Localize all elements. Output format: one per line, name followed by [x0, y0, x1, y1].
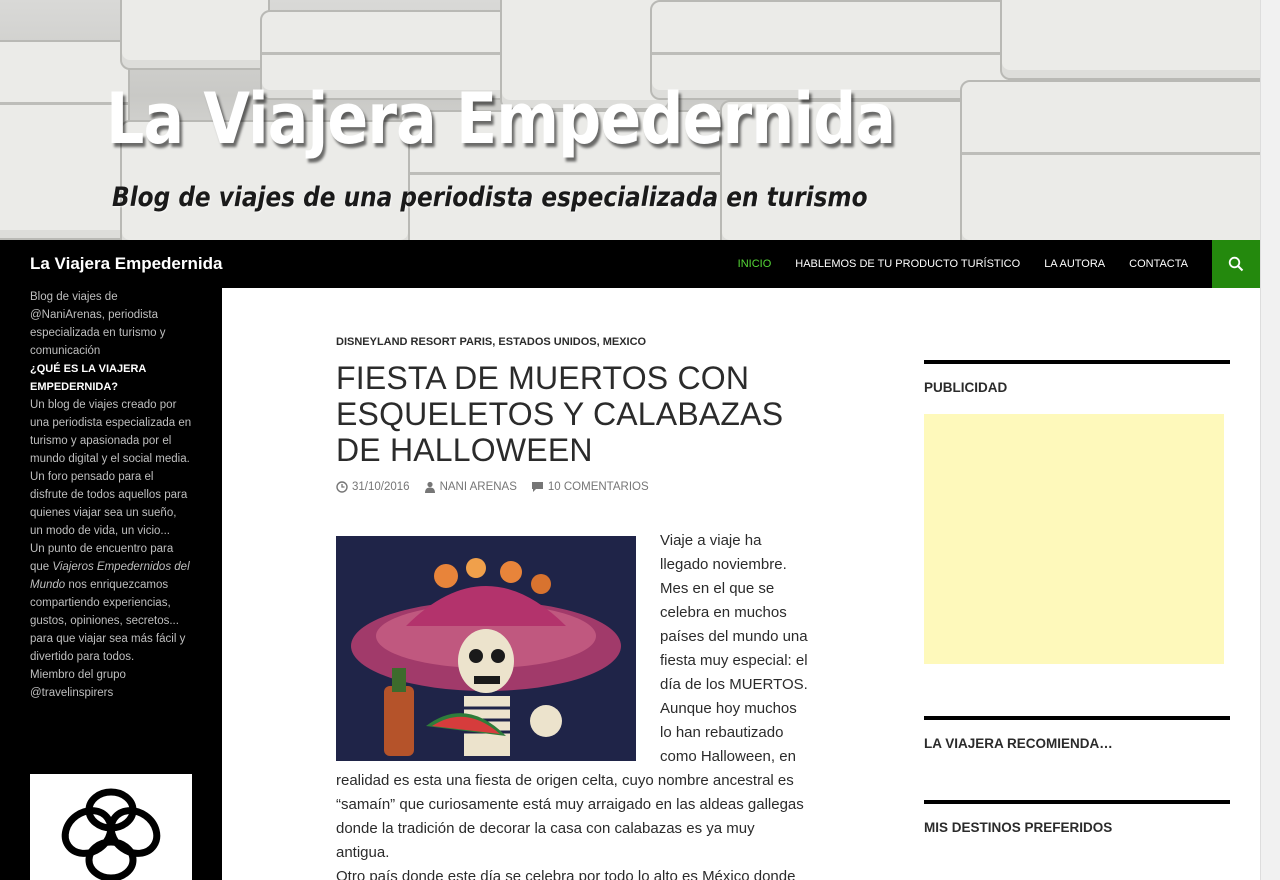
travel-inspirers-logo[interactable] [30, 774, 192, 880]
main-navbar: La Viajera Empedernida INICIO HABLEMOS D… [0, 240, 1260, 288]
user-icon [424, 481, 435, 493]
header-banner[interactable]: La Viajera Empedernida Blog de viajes de… [0, 0, 1260, 240]
widget-recomienda: LA VIAJERA RECOMIENDA… [924, 716, 1230, 751]
clock-icon [336, 481, 348, 493]
about-heading: ¿QUÉ ES LA VIAJERA EMPEDERNIDA? [30, 363, 146, 393]
member-text: Miembro del grupo @travelinspirers [30, 669, 126, 699]
post-title[interactable]: FIESTA DE MUERTOS CON ESQUELETOS Y CALAB… [336, 360, 826, 468]
post-date[interactable]: 31/10/2016 [336, 481, 410, 493]
site-title-link[interactable]: La Viajera Empedernida [30, 254, 222, 274]
comment-icon [531, 482, 543, 492]
widget-title: MIS DESTINOS PREFERIDOS [924, 820, 1113, 835]
post-comments[interactable]: 10 COMENTARIOS [531, 481, 649, 493]
widget-title: PUBLICIDAD [924, 380, 1008, 395]
widget-publicidad: PUBLICIDAD [924, 360, 1230, 395]
banner-subtitle: Blog de viajes de una periodista especia… [112, 182, 868, 213]
category-link[interactable]: ESTADOS UNIDOS [498, 336, 596, 348]
search-icon [1228, 256, 1244, 272]
banner-title: La Viajera Empedernida [106, 78, 896, 160]
about-paragraph-1: Un blog de viajes creado por una periodi… [30, 399, 192, 537]
nav-item-hablemos[interactable]: HABLEMOS DE TU PRODUCTO TURÍSTICO [783, 258, 1032, 270]
advertisement-slot[interactable] [924, 414, 1224, 664]
page-scrollbar[interactable] [1260, 0, 1280, 880]
about-paragraph-2: Un punto de encuentro para que Viajeros … [30, 543, 190, 663]
main-content: DISNEYLAND RESORT PARIS, ESTADOS UNIDOS,… [222, 288, 1260, 880]
category-link[interactable]: DISNEYLAND RESORT PARIS [336, 336, 492, 348]
post-categories: DISNEYLAND RESORT PARIS, ESTADOS UNIDOS,… [336, 336, 647, 348]
nav-item-contacta[interactable]: CONTACTA [1117, 258, 1200, 270]
widget-destinos: MIS DESTINOS PREFERIDOS [924, 800, 1230, 835]
category-link[interactable]: MEXICO [603, 336, 646, 348]
site-description: Blog de viajes de @NaniArenas, periodist… [30, 291, 166, 357]
post-meta: 31/10/2016 NANI ARENAS 10 COMENTARIOS [336, 481, 649, 493]
post-body: Viaje a viaje ha llegado noviembre. Mes … [336, 529, 811, 880]
widget-title: LA VIAJERA RECOMIENDA… [924, 736, 1113, 751]
nav-item-la-autora[interactable]: LA AUTORA [1032, 258, 1117, 270]
post-paragraph: Otro país donde este día se celebra por … [336, 868, 796, 880]
post-author[interactable]: NANI ARENAS [424, 481, 517, 493]
search-button[interactable] [1212, 240, 1260, 288]
left-sidebar: Blog de viajes de @NaniArenas, periodist… [0, 288, 222, 880]
nav-item-inicio[interactable]: INICIO [726, 258, 784, 270]
primary-menu: INICIO HABLEMOS DE TU PRODUCTO TURÍSTICO… [726, 240, 1200, 288]
